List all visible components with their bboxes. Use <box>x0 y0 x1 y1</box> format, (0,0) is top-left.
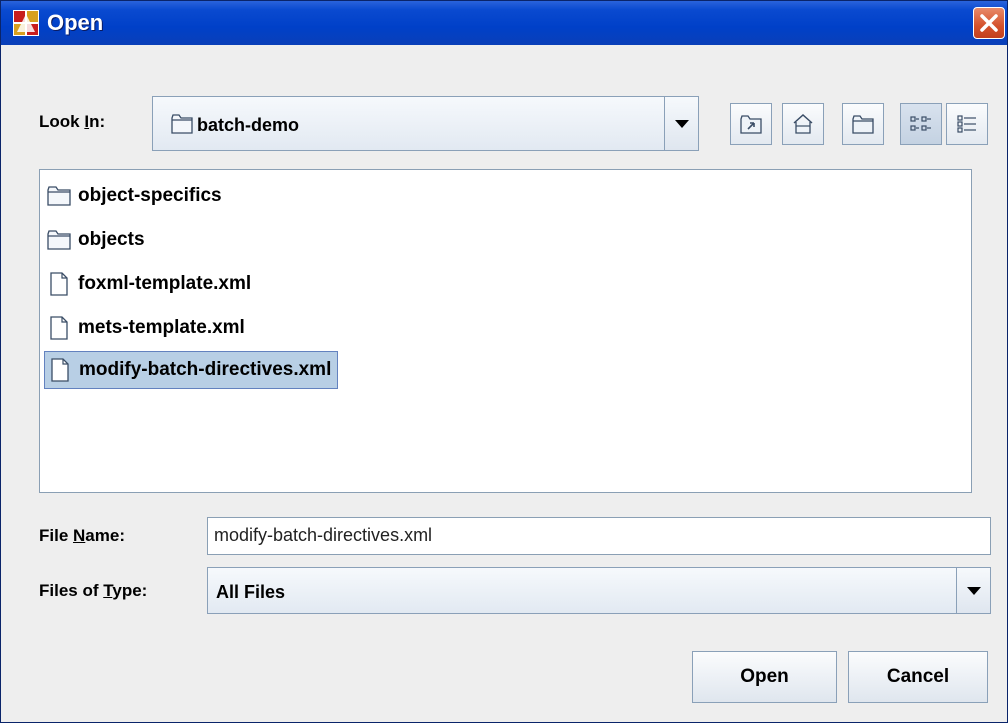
file-icon <box>46 315 72 341</box>
list-view-button[interactable] <box>900 103 942 145</box>
list-item-label: modify-batch-directives.xml <box>79 359 332 380</box>
look-in-label-text: Look <box>39 112 85 131</box>
list-item[interactable]: objects <box>44 221 151 259</box>
list-item-label: foxml-template.xml <box>78 273 252 294</box>
file-icon <box>46 271 72 297</box>
details-view-icon <box>957 115 976 133</box>
folder-icon <box>46 183 72 209</box>
window-title: Open <box>47 10 104 35</box>
chevron-down-icon <box>674 119 689 128</box>
up-one-level-icon <box>740 115 762 134</box>
look-in-label: Look In: <box>39 112 105 132</box>
look-in-value: batch-demo <box>197 115 300 135</box>
chevron-down-icon <box>966 586 981 595</box>
open-button[interactable]: Open <box>692 651 837 703</box>
title-bar[interactable]: Open <box>1 1 1007 45</box>
new-folder-icon <box>852 115 874 134</box>
list-item[interactable]: foxml-template.xml <box>44 265 257 303</box>
file-name-mnemonic: N <box>73 526 86 545</box>
file-name-label: File Name: <box>39 526 125 546</box>
file-name-input[interactable]: modify-batch-directives.xml <box>207 517 991 555</box>
list-item-label: mets-template.xml <box>78 317 245 338</box>
look-in-combo[interactable]: batch-demo <box>152 96 699 151</box>
open-dialog: Open Look In: batch-demo object-specific… <box>0 0 1008 723</box>
close-icon <box>980 14 998 32</box>
list-item-selected[interactable]: modify-batch-directives.xml <box>44 351 339 389</box>
look-in-label-suffix: n: <box>89 112 106 131</box>
files-of-type-mnemonic: T <box>103 581 113 600</box>
file-name-label-text: File <box>39 526 74 545</box>
file-name-label-suffix: ame: <box>85 526 125 545</box>
folder-icon <box>46 227 72 253</box>
list-item-label: object-specifics <box>78 185 222 206</box>
home-icon <box>793 113 813 134</box>
details-view-button[interactable] <box>946 103 988 145</box>
close-button[interactable] <box>973 7 1005 39</box>
home-button[interactable] <box>782 103 824 145</box>
cancel-button[interactable]: Cancel <box>848 651 988 703</box>
files-of-type-label: Files of Type: <box>39 581 147 601</box>
list-item-label: objects <box>78 229 145 250</box>
list-item[interactable]: object-specifics <box>44 177 228 215</box>
files-of-type-value: All Files <box>216 582 286 602</box>
files-of-type-label-suffix: ype: <box>112 581 148 600</box>
folder-icon <box>171 114 193 134</box>
new-folder-button[interactable] <box>842 103 884 145</box>
files-of-type-label-text: Files of <box>39 581 104 600</box>
file-list[interactable]: object-specifics objects foxml-template.… <box>39 169 972 493</box>
file-icon <box>47 357 73 383</box>
files-of-type-dropdown-button[interactable] <box>956 568 990 613</box>
up-one-level-button[interactable] <box>730 103 772 145</box>
app-icon <box>13 10 39 36</box>
files-of-type-combo[interactable]: All Files <box>207 567 991 614</box>
look-in-dropdown-button[interactable] <box>664 97 698 150</box>
list-item[interactable]: mets-template.xml <box>44 309 251 347</box>
list-view-icon <box>910 116 931 131</box>
